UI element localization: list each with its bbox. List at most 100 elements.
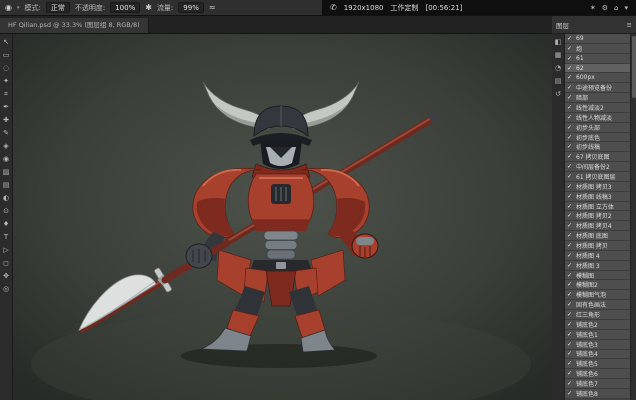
clone-stamp-tool[interactable]: ◈ <box>0 140 12 152</box>
layer-row[interactable]: ✓红三角形 <box>565 310 630 320</box>
pressure-opacity-icon[interactable]: ✱ <box>145 1 152 15</box>
layer-visibility-check-icon[interactable]: ✓ <box>567 182 574 191</box>
layer-visibility-check-icon[interactable]: ✓ <box>567 142 574 151</box>
blur-tool[interactable]: ◐ <box>0 192 12 204</box>
layers-scrollbar[interactable] <box>630 34 636 400</box>
pen-tool[interactable]: ♦ <box>0 218 12 230</box>
layer-visibility-check-icon[interactable]: ✓ <box>567 310 574 319</box>
layer-row[interactable]: ✓铺底色5 <box>565 359 630 369</box>
canvas-viewport[interactable] <box>13 34 552 400</box>
layer-row[interactable]: ✓铺底色6 <box>565 369 630 379</box>
layer-row[interactable]: ✓铺底色4 <box>565 350 630 360</box>
magic-wand-tool[interactable]: ✦ <box>0 75 12 87</box>
layer-visibility-check-icon[interactable]: ✓ <box>567 162 574 171</box>
flow-select[interactable]: 99% <box>178 2 204 13</box>
layer-row[interactable]: ✓模糊图2 <box>565 280 630 290</box>
layer-visibility-check-icon[interactable]: ✓ <box>567 320 574 329</box>
adjustments-panel-icon[interactable]: ◔ <box>555 64 561 72</box>
layer-visibility-check-icon[interactable]: ✓ <box>567 241 574 250</box>
layer-visibility-check-icon[interactable]: ✓ <box>567 54 574 63</box>
layer-row[interactable]: ✓材质图 拷贝4 <box>565 221 630 231</box>
blend-mode-select[interactable]: 正常 <box>46 2 70 13</box>
layer-visibility-check-icon[interactable]: ✓ <box>567 290 574 299</box>
layer-visibility-check-icon[interactable]: ✓ <box>567 44 574 53</box>
layer-visibility-check-icon[interactable]: ✓ <box>567 202 574 211</box>
layer-row[interactable]: ✓材质图 3 <box>565 261 630 271</box>
lasso-tool[interactable]: ◌ <box>0 62 12 74</box>
healing-brush-tool[interactable]: ✚ <box>0 114 12 126</box>
libraries-panel-icon[interactable]: ▤ <box>555 77 562 85</box>
layer-row[interactable]: ✓铺底色1 <box>565 330 630 340</box>
layer-row[interactable]: ✓中间层备份2 <box>565 162 630 172</box>
home-icon[interactable]: ⌂ <box>614 4 618 12</box>
layer-row[interactable]: ✓线性人物减淡 <box>565 113 630 123</box>
marquee-tool[interactable]: ▭ <box>0 49 12 61</box>
layer-visibility-check-icon[interactable]: ✓ <box>567 93 574 102</box>
layer-visibility-check-icon[interactable]: ✓ <box>567 152 574 161</box>
gear-icon[interactable]: ⚙ <box>602 4 608 12</box>
zoom-tool[interactable]: ◎ <box>0 283 12 295</box>
layer-visibility-check-icon[interactable]: ✓ <box>567 340 574 349</box>
layer-row[interactable]: ✓炮 <box>565 44 630 54</box>
path-select-tool[interactable]: ▷ <box>0 244 12 256</box>
layer-row[interactable]: ✓材质图 4 <box>565 251 630 261</box>
layer-row[interactable]: ✓初步底色 <box>565 133 630 143</box>
layer-row[interactable]: ✓69 <box>565 34 630 44</box>
layer-visibility-check-icon[interactable]: ✓ <box>567 73 574 82</box>
move-tool[interactable]: ↖ <box>0 36 12 48</box>
layers-panel-tab[interactable]: 图层 <box>556 20 569 30</box>
layer-visibility-check-icon[interactable]: ✓ <box>567 64 574 73</box>
layer-row[interactable]: ✓初步头部 <box>565 123 630 133</box>
layer-visibility-check-icon[interactable]: ✓ <box>567 221 574 230</box>
layer-visibility-check-icon[interactable]: ✓ <box>567 369 574 378</box>
layer-row[interactable]: ✓材质图 拷贝2 <box>565 211 630 221</box>
layer-row[interactable]: ✓铺底色2 <box>565 320 630 330</box>
layer-row[interactable]: ✓材质图 线稿3 <box>565 192 630 202</box>
layer-row[interactable]: ✓暗部 <box>565 93 630 103</box>
star-icon[interactable]: ✶ <box>590 4 596 12</box>
history-brush-tool[interactable]: ◉ <box>0 153 12 165</box>
layer-row[interactable]: ✓67 拷贝底图 <box>565 152 630 162</box>
layer-row[interactable]: ✓模糊图 <box>565 271 630 281</box>
dodge-tool[interactable]: ⊙ <box>0 205 12 217</box>
layer-row[interactable]: ✓固有色画法 <box>565 300 630 310</box>
layer-visibility-check-icon[interactable]: ✓ <box>567 83 574 92</box>
layer-row[interactable]: ✓61 拷贝底图层 <box>565 172 630 182</box>
scrollbar-thumb[interactable] <box>632 36 636 98</box>
shape-tool[interactable]: ◻ <box>0 257 12 269</box>
layer-row[interactable]: ✓材质图 立方体 <box>565 202 630 212</box>
document-tab[interactable]: HF Qilian.psd @ 33.3% (图层组 8, RGB/8) <box>0 18 149 33</box>
opacity-select[interactable]: 100% <box>110 2 140 13</box>
gradient-tool[interactable]: ▤ <box>0 179 12 191</box>
layer-visibility-check-icon[interactable]: ✓ <box>567 211 574 220</box>
history-panel-icon[interactable]: ↺ <box>555 90 561 98</box>
layer-row[interactable]: ✓材质图 拷贝3 <box>565 182 630 192</box>
chevron-down-icon[interactable]: ▾ <box>624 4 628 12</box>
color-panel-icon[interactable]: ◧ <box>555 38 562 46</box>
swatches-panel-icon[interactable]: ▦ <box>555 51 562 59</box>
eraser-tool[interactable]: ▨ <box>0 166 12 178</box>
layer-row[interactable]: ✓线性减淡2 <box>565 103 630 113</box>
layer-visibility-check-icon[interactable]: ✓ <box>567 231 574 240</box>
layer-visibility-check-icon[interactable]: ✓ <box>567 280 574 289</box>
layer-row[interactable]: ✓铺底色8 <box>565 389 630 399</box>
layer-visibility-check-icon[interactable]: ✓ <box>567 172 574 181</box>
eyedropper-tool[interactable]: ✒ <box>0 101 12 113</box>
layer-visibility-check-icon[interactable]: ✓ <box>567 251 574 260</box>
layer-row[interactable]: ✓61 <box>565 54 630 64</box>
layer-row[interactable]: ✓材质图 拷贝 <box>565 241 630 251</box>
layer-visibility-check-icon[interactable]: ✓ <box>567 192 574 201</box>
chevron-down-icon[interactable]: ▾ <box>17 1 20 15</box>
airbrush-icon[interactable]: ≈ <box>209 1 216 15</box>
layer-visibility-check-icon[interactable]: ✓ <box>567 379 574 388</box>
layer-row[interactable]: ✓铺底色7 <box>565 379 630 389</box>
layer-row[interactable]: ✓600px <box>565 73 630 83</box>
layer-visibility-check-icon[interactable]: ✓ <box>567 271 574 280</box>
layer-visibility-check-icon[interactable]: ✓ <box>567 103 574 112</box>
layer-visibility-check-icon[interactable]: ✓ <box>567 261 574 270</box>
layer-visibility-check-icon[interactable]: ✓ <box>567 359 574 368</box>
layer-visibility-check-icon[interactable]: ✓ <box>567 123 574 132</box>
layer-row[interactable]: ✓铺底色3 <box>565 340 630 350</box>
layer-visibility-check-icon[interactable]: ✓ <box>567 389 574 398</box>
layer-visibility-check-icon[interactable]: ✓ <box>567 330 574 339</box>
